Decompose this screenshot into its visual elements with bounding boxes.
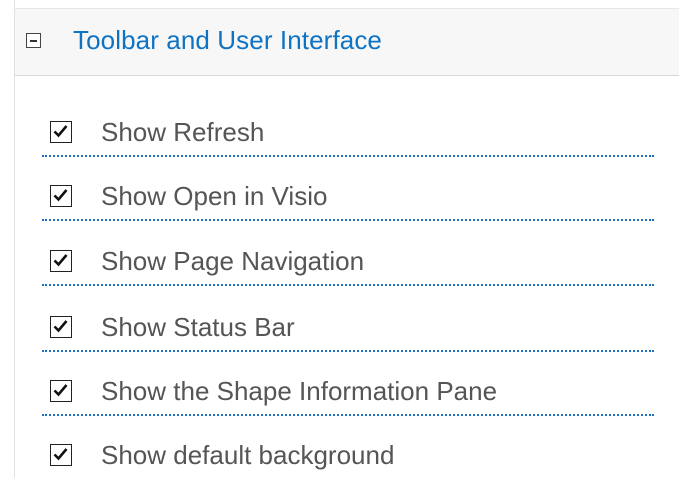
option-label[interactable]: Show the Shape Information Pane [101,376,497,407]
checkbox-show-status-bar[interactable] [50,316,72,338]
option-label[interactable]: Show Page Navigation [101,246,364,277]
checkbox-show-shape-information-pane[interactable] [50,380,72,402]
checkbox-show-default-background[interactable] [50,444,72,466]
option-show-open-in-visio: Show Open in Visio [42,171,654,221]
checkmark-icon [53,320,68,333]
checkmark-icon [53,254,68,267]
option-show-shape-information-pane: Show the Shape Information Pane [42,366,654,416]
option-label[interactable]: Show default background [101,440,394,471]
checkbox-show-refresh[interactable] [50,121,72,143]
option-label[interactable]: Show Open in Visio [101,181,327,212]
checkbox-show-page-navigation[interactable] [50,250,72,272]
collapse-minus-icon[interactable] [26,33,41,48]
checkbox-show-open-in-visio[interactable] [50,185,72,207]
option-label[interactable]: Show Status Bar [101,312,295,343]
option-show-default-background: Show default background [42,430,654,480]
option-show-page-navigation: Show Page Navigation [42,236,654,286]
checkmark-icon [53,384,68,397]
option-show-status-bar: Show Status Bar [42,302,654,352]
option-show-refresh: Show Refresh [42,107,654,157]
checkmark-icon [53,125,68,138]
section-header[interactable]: Toolbar and User Interface [15,8,679,76]
checkmark-icon [53,189,68,202]
section-title[interactable]: Toolbar and User Interface [73,25,382,56]
option-label[interactable]: Show Refresh [101,117,264,148]
checkmark-icon [53,448,68,461]
